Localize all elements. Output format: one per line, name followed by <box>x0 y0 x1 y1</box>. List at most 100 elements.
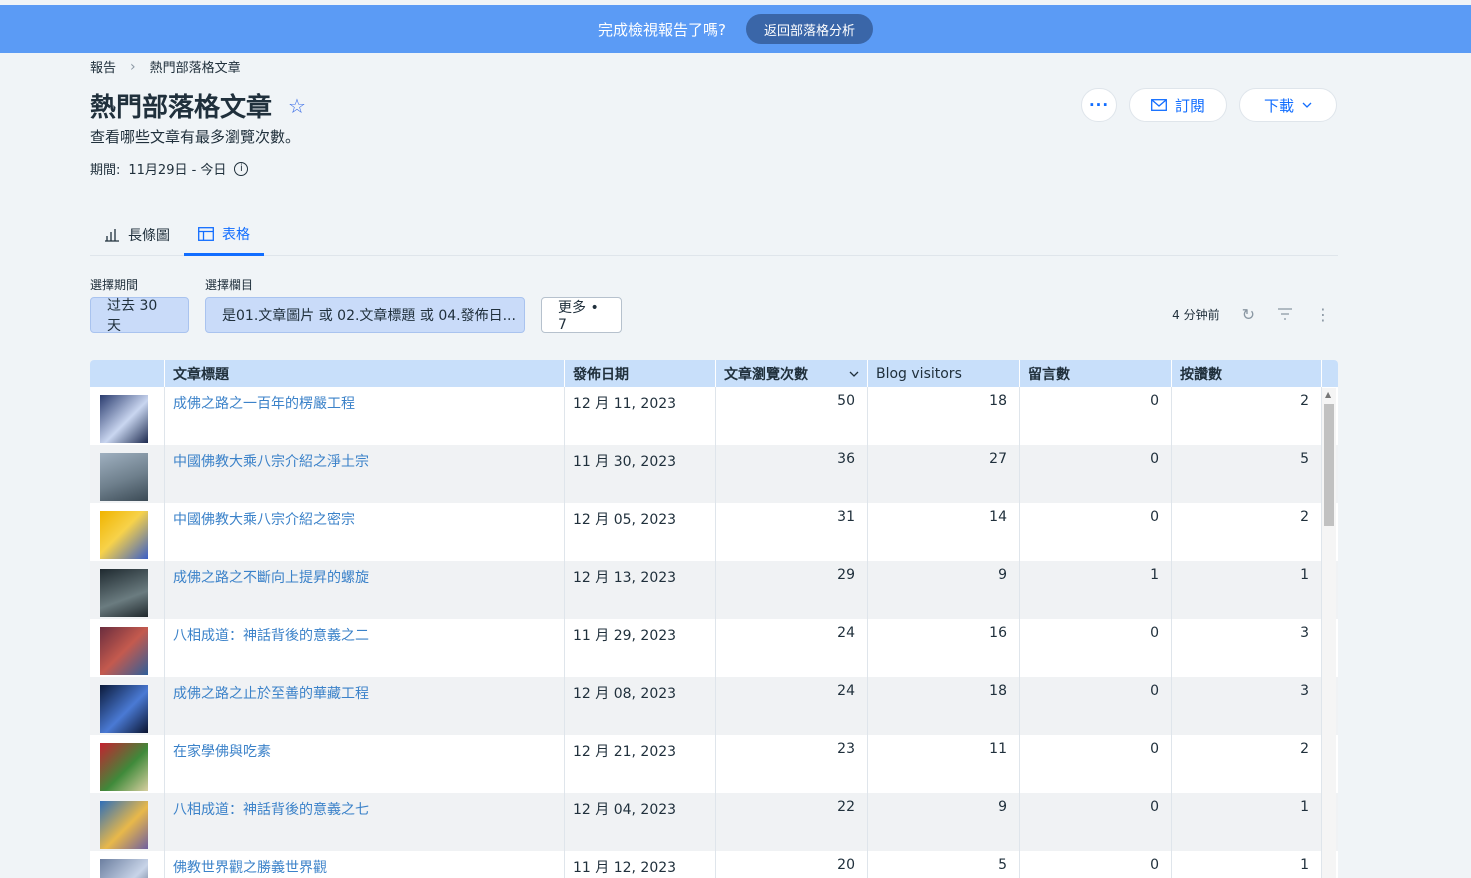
table-row[interactable]: 在家學佛與吃素 12 月 21, 2023 23 11 0 2 <box>90 735 1338 793</box>
views-count: 29 <box>716 561 868 619</box>
thumbnail-cell <box>90 445 165 503</box>
scrollbar-thumb[interactable] <box>1324 404 1334 526</box>
period-value: 11月29日 - 今日 <box>128 163 227 178</box>
star-icon[interactable]: ☆ <box>288 94 306 118</box>
visitors-count: 27 <box>868 445 1020 503</box>
period-filter-button[interactable]: 过去 30 天 <box>90 297 189 334</box>
columns-filter-button[interactable]: 是01.文章圖片 或 02.文章標題 或 04.發佈日... <box>205 297 525 333</box>
header-likes[interactable]: 按讚數 <box>1172 360 1322 387</box>
thumbnail-cell <box>90 851 165 878</box>
post-title-link[interactable]: 中國佛教大乘八宗介紹之密宗 <box>165 503 565 561</box>
comments-count: 0 <box>1020 735 1172 793</box>
post-title-link[interactable]: 成佛之路之一百年的楞嚴工程 <box>165 387 565 445</box>
info-icon[interactable]: i <box>234 161 249 176</box>
post-thumbnail <box>100 453 148 501</box>
views-count: 20 <box>716 851 868 878</box>
publish-date: 12 月 05, 2023 <box>565 503 716 561</box>
header-date[interactable]: 發佈日期 <box>565 360 716 387</box>
banner-message: 完成檢視報告了嗎? <box>598 20 726 39</box>
table-row[interactable]: 中國佛教大乘八宗介紹之密宗 12 月 05, 2023 31 14 0 2 <box>90 503 1338 561</box>
tab-bar-chart[interactable]: 長條圖 <box>90 214 184 256</box>
visitors-count: 9 <box>868 793 1020 851</box>
post-thumbnail <box>100 743 148 791</box>
refresh-icon[interactable]: ↻ <box>1242 305 1255 324</box>
post-thumbnail <box>100 511 148 559</box>
table-tools: 4 分钟前 ↻ ⋮ <box>1172 305 1331 324</box>
views-count: 23 <box>716 735 868 793</box>
publish-date: 12 月 13, 2023 <box>565 561 716 619</box>
publish-date: 12 月 04, 2023 <box>565 793 716 851</box>
post-title-link[interactable]: 成佛之路之不斷向上提昇的螺旋 <box>165 561 565 619</box>
table-row[interactable]: 中國佛教大乘八宗介紹之淨土宗 11 月 30, 2023 36 27 0 5 <box>90 445 1338 503</box>
more-vertical-icon[interactable]: ⋮ <box>1315 305 1331 324</box>
comments-count: 0 <box>1020 503 1172 561</box>
more-filters-button[interactable]: 更多 • 7 <box>541 297 622 333</box>
back-to-blog-analytics-button[interactable]: 返回部落格分析 <box>745 14 873 44</box>
subscribe-button[interactable]: 訂閱 <box>1129 88 1227 122</box>
table-row[interactable]: 八相成道：神話背後的意義之二 11 月 29, 2023 24 16 0 3 <box>90 619 1338 677</box>
updated-time: 4 分钟前 <box>1172 308 1220 322</box>
thumbnail-cell <box>90 793 165 851</box>
post-title-link[interactable]: 中國佛教大乘八宗介紹之淨土宗 <box>165 445 565 503</box>
scroll-up-icon[interactable]: ▲ <box>1325 390 1331 399</box>
post-thumbnail <box>100 627 148 675</box>
publish-date: 11 月 12, 2023 <box>565 851 716 878</box>
table-row[interactable]: 成佛之路之不斷向上提昇的螺旋 12 月 13, 2023 29 9 1 1 <box>90 561 1338 619</box>
comments-count: 0 <box>1020 619 1172 677</box>
post-thumbnail <box>100 569 148 617</box>
thumbnail-cell <box>90 677 165 735</box>
header-views-label: 文章瀏覽次數 <box>724 366 808 383</box>
period-label: 期間: <box>90 163 121 178</box>
likes-count: 2 <box>1172 387 1322 445</box>
likes-count: 1 <box>1172 793 1322 851</box>
post-thumbnail <box>100 859 148 878</box>
completion-banner: 完成檢視報告了嗎? 返回部落格分析 <box>0 5 1471 53</box>
table-row[interactable]: 成佛之路之一百年的楞嚴工程 12 月 11, 2023 50 18 0 2 <box>90 387 1338 445</box>
post-title-link[interactable]: 八相成道：神話背後的意義之二 <box>165 619 565 677</box>
header-views[interactable]: 文章瀏覽次數 <box>716 360 868 387</box>
visitors-count: 9 <box>868 561 1020 619</box>
thumbnail-cell <box>90 503 165 561</box>
views-count: 24 <box>716 619 868 677</box>
comments-count: 0 <box>1020 387 1172 445</box>
table-row[interactable]: 成佛之路之止於至善的華藏工程 12 月 08, 2023 24 18 0 3 <box>90 677 1338 735</box>
post-title-link[interactable]: 佛教世界觀之勝義世界觀 <box>165 851 565 878</box>
post-title-link[interactable]: 在家學佛與吃素 <box>165 735 565 793</box>
post-thumbnail <box>100 685 148 733</box>
comments-count: 0 <box>1020 793 1172 851</box>
post-title-link[interactable]: 成佛之路之止於至善的華藏工程 <box>165 677 565 735</box>
table-row[interactable]: 八相成道：神話背後的意義之七 12 月 04, 2023 22 9 0 1 <box>90 793 1338 851</box>
filter-icon[interactable] <box>1277 305 1293 324</box>
post-thumbnail <box>100 395 148 443</box>
table-icon <box>198 226 214 241</box>
publish-date: 12 月 08, 2023 <box>565 677 716 735</box>
tab-table-label: 表格 <box>222 226 250 243</box>
views-count: 50 <box>716 387 868 445</box>
header-actions: ··· 訂閱 下載 <box>1081 88 1337 122</box>
visitors-count: 11 <box>868 735 1020 793</box>
tab-bar-chart-label: 長條圖 <box>128 228 170 244</box>
likes-count: 5 <box>1172 445 1322 503</box>
page-title-row: 熱門部落格文章 ☆ <box>90 87 306 124</box>
table-header: 文章標題 發佈日期 文章瀏覽次數 Blog visitors 留言數 按讚數 <box>90 360 1338 387</box>
breadcrumb-root[interactable]: 報告 <box>90 57 116 76</box>
header-visitors[interactable]: Blog visitors <box>868 360 1020 387</box>
download-button[interactable]: 下載 <box>1239 88 1337 122</box>
post-title-link[interactable]: 八相成道：神話背後的意義之七 <box>165 793 565 851</box>
views-count: 36 <box>716 445 868 503</box>
columns-filter-label: 選擇欄目 <box>205 278 254 292</box>
header-image <box>90 360 165 387</box>
post-thumbnail <box>100 801 148 849</box>
visitors-count: 18 <box>868 677 1020 735</box>
more-actions-button[interactable]: ··· <box>1081 88 1117 122</box>
table-scrollbar[interactable]: ▲ <box>1322 388 1336 878</box>
visitors-count: 5 <box>868 851 1020 878</box>
view-tabs: 長條圖 表格 <box>90 214 1338 256</box>
views-count: 22 <box>716 793 868 851</box>
sort-desc-icon <box>849 371 859 377</box>
header-comments[interactable]: 留言數 <box>1020 360 1172 387</box>
tab-table[interactable]: 表格 <box>184 214 264 256</box>
chevron-right-icon: › <box>130 58 136 75</box>
table-row[interactable]: 佛教世界觀之勝義世界觀 11 月 12, 2023 20 5 0 1 <box>90 851 1338 878</box>
header-title[interactable]: 文章標題 <box>165 360 565 387</box>
